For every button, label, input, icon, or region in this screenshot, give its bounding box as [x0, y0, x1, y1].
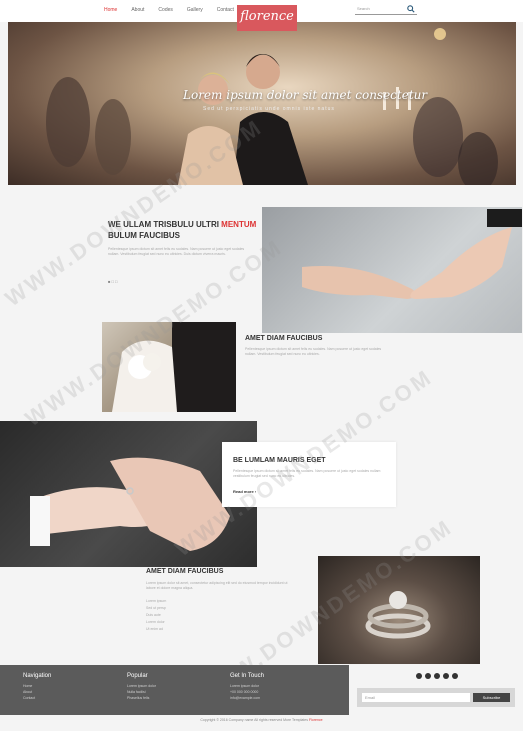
- search-icon[interactable]: [407, 5, 415, 13]
- section-1-title-part: BULUM FAUCIBUS: [108, 231, 180, 240]
- hero-subtitle: Sed ut perspiciatis unde omnis iste natu…: [203, 106, 335, 112]
- section-2-text: Pellentesque ipsum dictum sit amet felis…: [245, 347, 382, 356]
- dribbble-icon[interactable]: [452, 673, 458, 679]
- list-item[interactable]: Sed ut persp: [146, 605, 166, 612]
- email-field[interactable]: Email: [362, 693, 470, 702]
- copyright-link[interactable]: Florence: [309, 718, 323, 722]
- list-item[interactable]: Ut enim ad: [146, 626, 166, 633]
- arrow-right-icon: ›: [254, 489, 257, 494]
- section-2-title: AMET DIAM FAUCIBUS: [245, 335, 323, 342]
- list-item[interactable]: Lorem dolor: [146, 619, 166, 626]
- main-nav: Home About Codes Gallery Contact: [104, 7, 234, 13]
- footer-heading: Get In Touch: [230, 673, 264, 679]
- footer-get-in-touch: Get In Touch Lorem ipsum dolor +00 000 0…: [230, 673, 264, 701]
- copyright-text: Copyright © 2016 Company name All rights…: [200, 718, 308, 722]
- nav-home[interactable]: Home: [104, 7, 117, 13]
- footer-heading: Navigation: [23, 673, 52, 679]
- nav-gallery[interactable]: Gallery: [187, 7, 203, 13]
- site-logo[interactable]: florence: [237, 5, 297, 31]
- slider-dots[interactable]: ■ □ □: [108, 279, 117, 284]
- twitter-icon[interactable]: [425, 673, 431, 679]
- footer-link[interactable]: info@example.com: [230, 695, 264, 701]
- subscribe-button[interactable]: Subscribe: [473, 693, 510, 702]
- bouquet-photo: [102, 322, 236, 412]
- list-item[interactable]: Duis aute: [146, 612, 166, 619]
- section-1-title: WE ULLAM TRISBULU ULTRI MENTUM BULUM FAU…: [108, 219, 263, 241]
- section-3-text: Pellentesque ipsum dictum sit amet felis…: [233, 469, 381, 478]
- hero-image: [46, 28, 498, 185]
- google-plus-icon[interactable]: [434, 673, 440, 679]
- read-more-label: Read more: [233, 489, 254, 494]
- nav-about[interactable]: About: [131, 7, 144, 13]
- hero-caption: Lorem ipsum dolor sit amet consectetur: [183, 88, 428, 102]
- footer-link[interactable]: Contact: [23, 695, 51, 701]
- section-4-list: Lorem ipsum Sed ut persp Duis aute Lorem…: [146, 598, 166, 633]
- hands-photo: [262, 207, 522, 333]
- nav-contact[interactable]: Contact: [217, 7, 234, 13]
- site-footer: Navigation Home About Contact Popular Lo…: [0, 665, 349, 715]
- section-1-title-part: WE ULLAM TRISBULU ULTRI: [108, 220, 222, 229]
- section-4-text: Lorem ipsum dolor sit amet, consectetur …: [146, 581, 288, 590]
- footer-popular: Popular Lorem ipsum dolor Nulla facilisi…: [127, 673, 156, 701]
- section-1-title-accent: MENTUM: [221, 220, 257, 229]
- section-4-title: AMET DIAM FAUCIBUS: [146, 568, 224, 575]
- section-1-text: Pellentesque ipsum dictum sit amet felis…: [108, 247, 245, 256]
- facebook-icon[interactable]: [416, 673, 422, 679]
- copyright: Copyright © 2016 Company name All rights…: [0, 718, 523, 722]
- footer-heading: Popular: [127, 673, 148, 679]
- pinterest-icon[interactable]: [443, 673, 449, 679]
- read-more-link[interactable]: Read more ›: [233, 489, 256, 494]
- footer-navigation: Navigation Home About Contact: [23, 673, 51, 701]
- rings-photo: [318, 556, 480, 664]
- section-3-title: BE LUMLAM MAURIS EGET: [233, 457, 326, 464]
- nav-codes[interactable]: Codes: [158, 7, 172, 13]
- ring-hands-photo: [0, 421, 257, 567]
- list-item[interactable]: Lorem ipsum: [146, 598, 166, 605]
- footer-link[interactable]: Phasellus felis: [127, 695, 156, 701]
- hero-banner: Lorem ipsum dolor sit amet consectetur S…: [8, 22, 516, 185]
- social-icons: [416, 673, 458, 679]
